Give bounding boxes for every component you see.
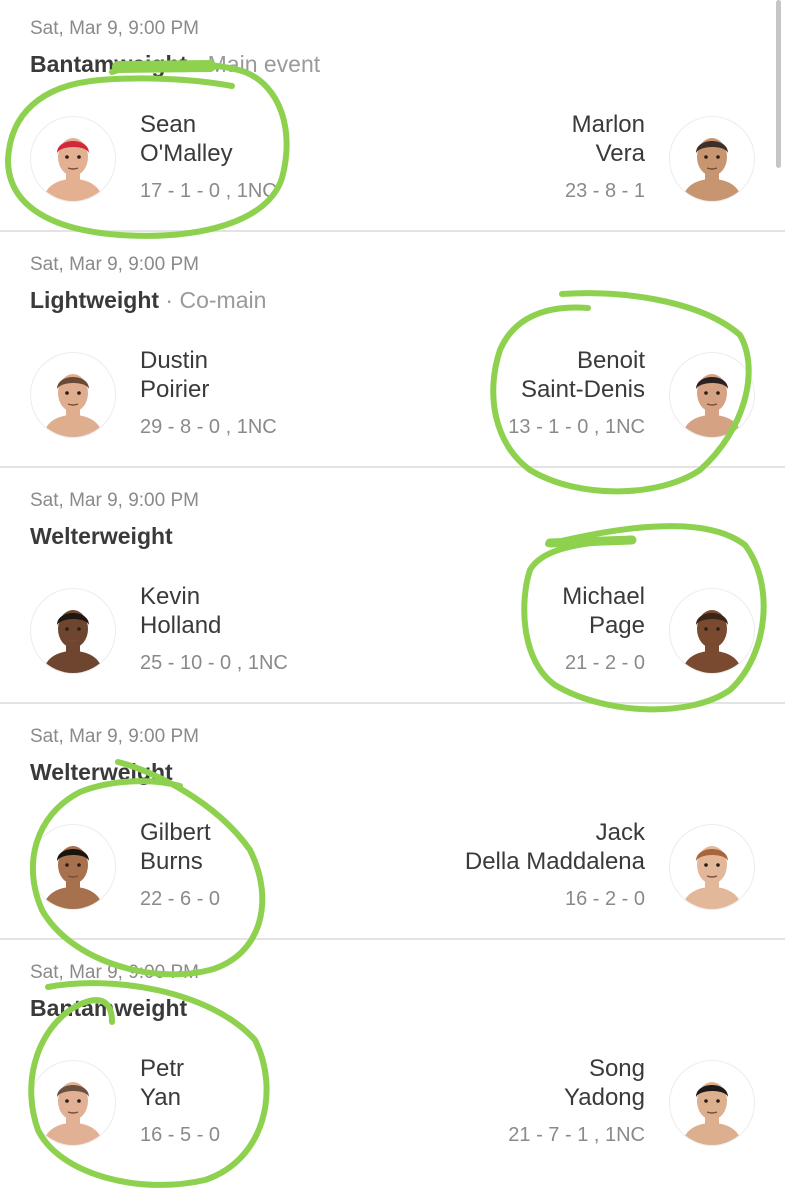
fight-date: Sat, Mar 9, 9:00 PM: [30, 490, 199, 511]
fighter-record: 21 - 2 - 0: [564, 652, 645, 674]
fighter-first-name: Benoit: [576, 347, 645, 374]
weight-class: Lightweight: [30, 287, 160, 313]
fighter-record: 29 - 8 - 0 , 1NC: [140, 416, 277, 438]
fighter-avatar[interactable]: [669, 824, 755, 910]
separator-dot: ·: [165, 287, 174, 313]
weight-class: Welterweight: [30, 759, 173, 785]
fighter-avatar[interactable]: [669, 352, 755, 438]
fight-date: Sat, Mar 9, 9:00 PM: [30, 962, 199, 983]
fighter-first-name: Gilbert: [140, 819, 211, 846]
fight-list: Sat, Mar 9, 9:00 PM Bantamweight · Main …: [0, 0, 785, 1200]
fighter-portrait-icon: [43, 846, 103, 909]
fighter-portrait-icon: [682, 846, 742, 909]
fighter-name[interactable]: Gilbert Burns: [140, 818, 211, 876]
fighter-last-name: Page: [588, 612, 645, 639]
fighter-avatar[interactable]: [669, 1060, 755, 1146]
fighter-record: 22 - 6 - 0: [140, 888, 221, 910]
fighter-name[interactable]: Sean O'Malley: [140, 110, 233, 168]
fighter-avatar[interactable]: [669, 116, 755, 202]
fighter-last-name: Yan: [140, 1084, 181, 1111]
scrollbar-thumb[interactable]: [776, 0, 781, 168]
fighter-first-name: Petr: [140, 1055, 185, 1082]
fighter-name[interactable]: Kevin Holland: [140, 582, 221, 640]
fight-date: Sat, Mar 9, 9:00 PM: [30, 18, 199, 39]
weight-class: Welterweight: [30, 523, 173, 549]
fighter-first-name: Song: [588, 1055, 645, 1082]
fighter-portrait-icon: [43, 610, 103, 673]
event-type: Main event: [207, 51, 321, 77]
fighter-last-name: Burns: [140, 848, 203, 875]
fighter-first-name: Kevin: [140, 583, 201, 610]
fighter-first-name: Dustin: [140, 347, 209, 374]
fight-division: Welterweight: [30, 759, 173, 786]
fighter-record: 16 - 2 - 0: [564, 888, 645, 910]
fighter-portrait-icon: [682, 374, 742, 437]
fighter-last-name: Holland: [140, 612, 222, 639]
fighter-first-name: Sean: [140, 111, 197, 138]
fighter-name[interactable]: Jack Della Maddalena: [465, 818, 645, 876]
fighter-portrait-icon: [682, 610, 742, 673]
weight-class: Bantamweight: [30, 995, 188, 1021]
fighter-name[interactable]: Marlon Vera: [572, 110, 645, 168]
fight-date: Sat, Mar 9, 9:00 PM: [30, 254, 199, 275]
separator-dot: ·: [193, 51, 202, 77]
fighter-last-name: Saint-Denis: [520, 376, 645, 403]
fight-date: Sat, Mar 9, 9:00 PM: [30, 726, 199, 747]
fight-card[interactable]: Sat, Mar 9, 9:00 PM Welterweight Kevin H…: [0, 468, 785, 704]
fighter-record: 16 - 5 - 0: [140, 1124, 221, 1146]
fighter-last-name: Poirier: [140, 376, 210, 403]
fighter-avatar[interactable]: [30, 116, 116, 202]
fight-division: Bantamweight: [30, 995, 187, 1022]
fighter-first-name: Jack: [595, 819, 645, 846]
fighter-portrait-icon: [43, 138, 103, 201]
fight-card[interactable]: Sat, Mar 9, 9:00 PM Lightweight · Co-mai…: [0, 232, 785, 468]
fight-division: Welterweight: [30, 523, 173, 550]
event-type: Co-main: [179, 287, 267, 313]
fighter-portrait-icon: [43, 1082, 103, 1145]
fighter-portrait-icon: [43, 374, 103, 437]
fighter-avatar[interactable]: [30, 352, 116, 438]
fighter-first-name: Marlon: [571, 111, 645, 138]
fighter-avatar[interactable]: [669, 588, 755, 674]
fight-division: Bantamweight · Main event: [30, 51, 320, 78]
fighter-name[interactable]: Dustin Poirier: [140, 346, 209, 404]
fighter-avatar[interactable]: [30, 824, 116, 910]
fighter-record: 23 - 8 - 1: [564, 180, 645, 202]
fighter-last-name: Yadong: [564, 1084, 645, 1111]
fighter-record: 21 - 7 - 1 , 1NC: [508, 1124, 645, 1146]
fighter-record: 17 - 1 - 0 , 1NC: [140, 180, 277, 202]
fighter-last-name: Vera: [595, 140, 645, 167]
fighter-last-name: Della Maddalena: [464, 848, 645, 875]
fighter-record: 13 - 1 - 0 , 1NC: [508, 416, 645, 438]
weight-class: Bantamweight: [30, 51, 188, 77]
fighter-avatar[interactable]: [30, 588, 116, 674]
fight-card[interactable]: Sat, Mar 9, 9:00 PM Welterweight Gilbert…: [0, 704, 785, 940]
fight-card[interactable]: Sat, Mar 9, 9:00 PM Bantamweight · Main …: [0, 0, 785, 232]
fighter-portrait-icon: [682, 1082, 742, 1145]
fighter-name[interactable]: Song Yadong: [564, 1054, 645, 1112]
fighter-name[interactable]: Michael Page: [562, 582, 645, 640]
fighter-name[interactable]: Petr Yan: [140, 1054, 184, 1112]
fighter-record: 25 - 10 - 0 , 1NC: [140, 652, 288, 674]
fighter-portrait-icon: [682, 138, 742, 201]
fighter-name[interactable]: Benoit Saint-Denis: [521, 346, 645, 404]
fighter-last-name: O'Malley: [140, 140, 233, 167]
fighter-first-name: Michael: [562, 583, 645, 610]
fight-card[interactable]: Sat, Mar 9, 9:00 PM Bantamweight Petr Ya…: [0, 940, 785, 1200]
fighter-avatar[interactable]: [30, 1060, 116, 1146]
fight-division: Lightweight · Co-main: [30, 287, 266, 314]
